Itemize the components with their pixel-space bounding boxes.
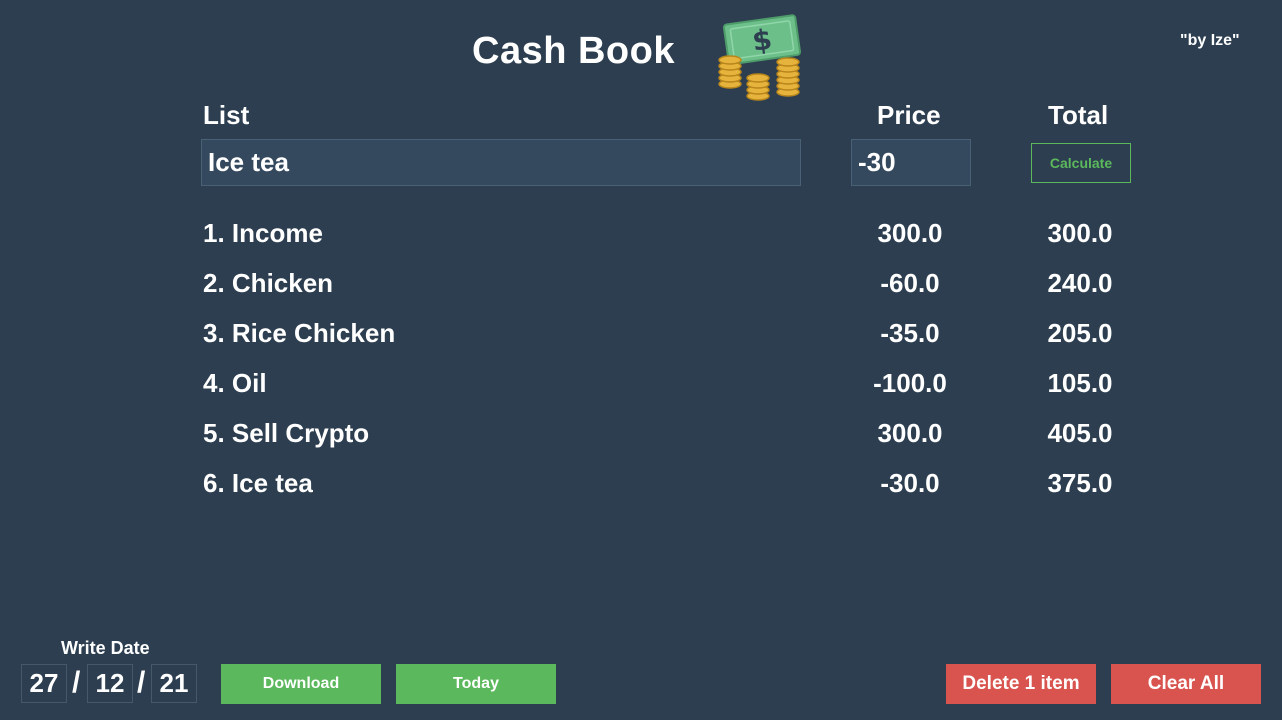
price-input[interactable] bbox=[851, 139, 971, 186]
delete-item-button[interactable]: Delete 1 item bbox=[946, 664, 1096, 704]
month-input[interactable] bbox=[87, 664, 133, 703]
date-separator: / bbox=[137, 666, 146, 699]
entry-price: -100.0 bbox=[873, 368, 947, 398]
list-column-header: List bbox=[203, 100, 250, 130]
entry-total: 240.0 bbox=[1047, 268, 1113, 298]
cash-book-window: Cash Book $ "by Ize" List Price Total Ic… bbox=[0, 0, 1282, 720]
price-column-header: Price bbox=[877, 100, 941, 130]
date-separator: / bbox=[72, 666, 81, 699]
entry-price: -35.0 bbox=[880, 318, 940, 348]
entry-total: 300.0 bbox=[1047, 218, 1113, 248]
page-title: Cash Book bbox=[472, 30, 675, 72]
entry-name: 3. Rice Chicken bbox=[203, 318, 396, 348]
list-item: 1. Income 300.0 300.0 bbox=[0, 214, 1282, 264]
entry-list: 1. Income 300.0 300.0 2. Chicken -60.0 2… bbox=[0, 214, 1282, 514]
entry-total: 105.0 bbox=[1047, 368, 1113, 398]
day-input[interactable] bbox=[21, 664, 67, 703]
calculate-button[interactable]: Calculate bbox=[1031, 143, 1131, 183]
entry-name: 6. Ice tea bbox=[203, 468, 313, 498]
author-byline: "by Ize" bbox=[1180, 32, 1240, 49]
money-coins-icon: $ bbox=[718, 14, 802, 101]
list-item: 5. Sell Crypto 300.0 405.0 bbox=[0, 414, 1282, 464]
today-button[interactable]: Today bbox=[396, 664, 556, 704]
list-item: 2. Chicken -60.0 240.0 bbox=[0, 264, 1282, 314]
item-name-input[interactable] bbox=[201, 139, 801, 186]
entry-name: 5. Sell Crypto bbox=[203, 418, 370, 448]
entry-price: -60.0 bbox=[880, 268, 940, 298]
list-item: 4. Oil -100.0 105.0 bbox=[0, 364, 1282, 414]
download-button[interactable]: Download bbox=[221, 664, 381, 704]
entry-total: 205.0 bbox=[1047, 318, 1113, 348]
entry-price: 300.0 bbox=[877, 218, 943, 248]
write-date-label: Write Date bbox=[61, 638, 150, 658]
list-item: 3. Rice Chicken -35.0 205.0 bbox=[0, 314, 1282, 364]
entry-total: 375.0 bbox=[1047, 468, 1113, 498]
list-item: 6. Ice tea -30.0 375.0 bbox=[0, 464, 1282, 514]
entry-name: 1. Income bbox=[203, 218, 323, 248]
entry-price: -30.0 bbox=[880, 468, 940, 498]
entry-price: 300.0 bbox=[877, 418, 943, 448]
entry-name: 2. Chicken bbox=[203, 268, 334, 298]
total-column-header: Total bbox=[1048, 100, 1109, 130]
entry-name: 4. Oil bbox=[203, 368, 267, 398]
year-input[interactable] bbox=[151, 664, 197, 703]
entry-total: 405.0 bbox=[1047, 418, 1113, 448]
clear-all-button[interactable]: Clear All bbox=[1111, 664, 1261, 704]
